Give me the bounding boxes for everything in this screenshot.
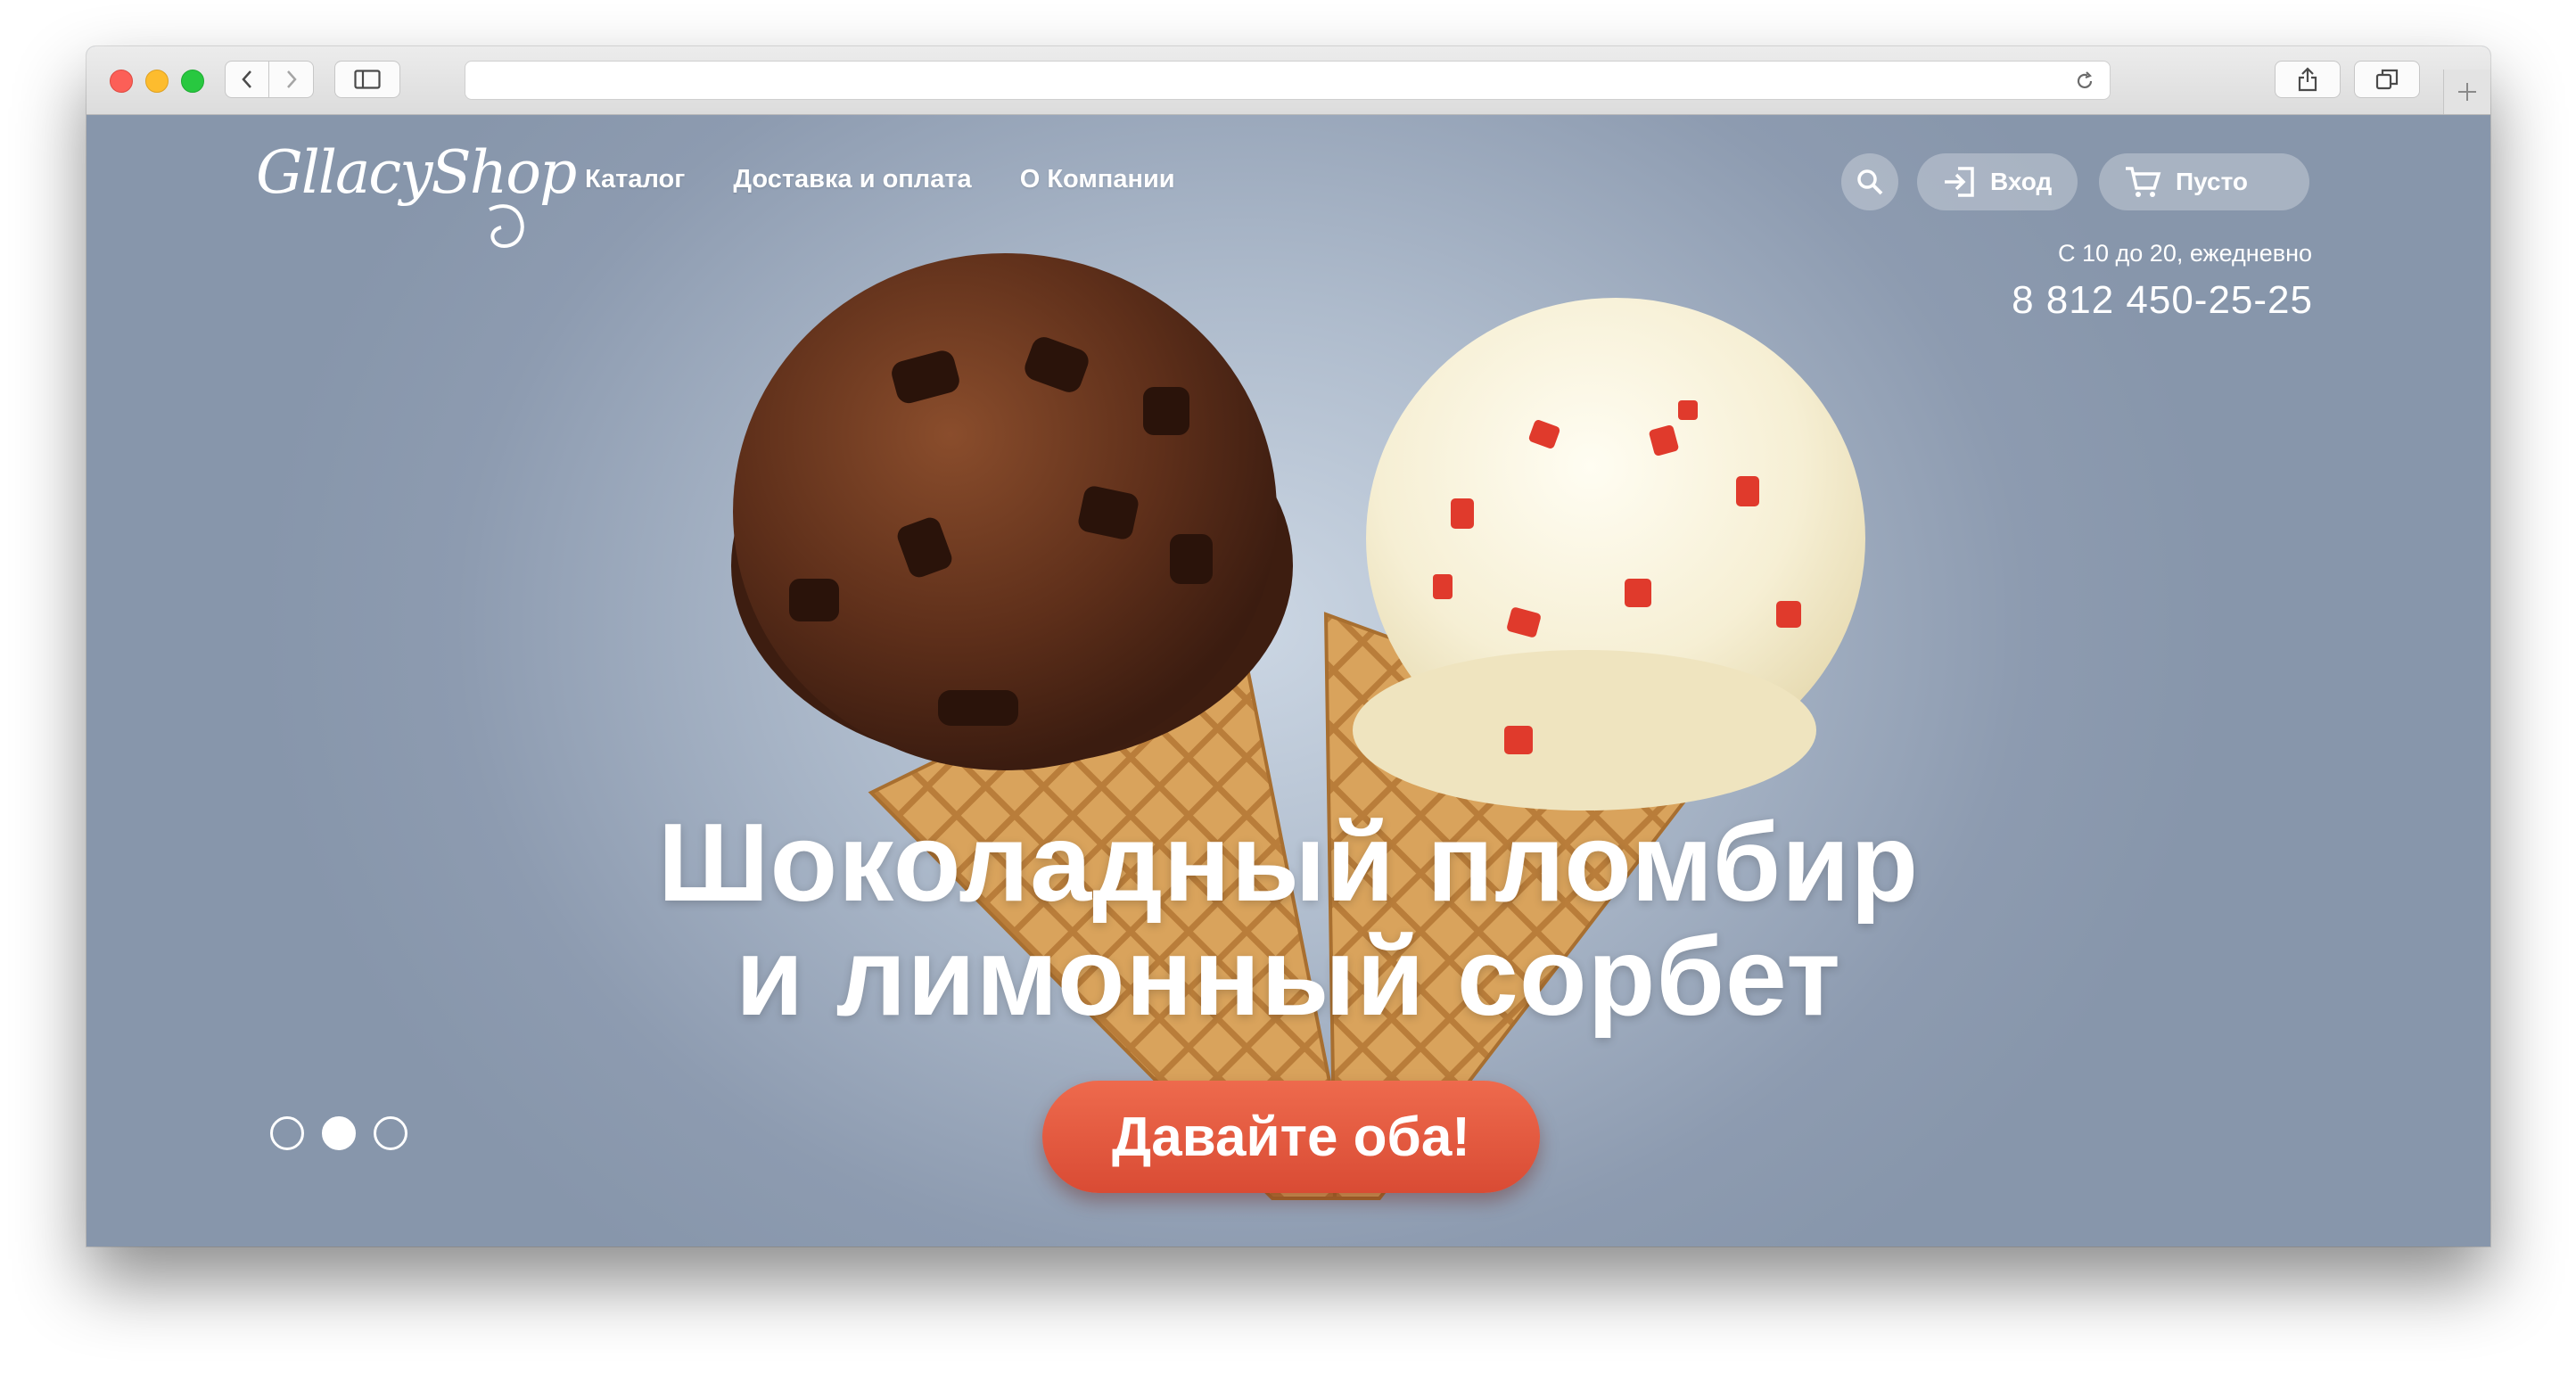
tabs-icon <box>2375 69 2399 90</box>
chevron-left-icon <box>242 70 251 88</box>
hero-headline: Шоколадный пломбир и лимонный сорбет <box>86 806 2490 1034</box>
hero-headline-line-2: и лимонный сорбет <box>736 916 1841 1039</box>
sidebar-icon <box>354 70 381 89</box>
nav-catalog-link[interactable]: Каталог <box>585 165 685 194</box>
nav-company-link[interactable]: О Компании <box>1020 165 1175 194</box>
main-nav: Каталог Доставка и оплата О Компании <box>585 165 1175 194</box>
close-window-button[interactable] <box>110 70 133 93</box>
browser-window: GllacyShop Каталог Доставка и оплата О К… <box>86 46 2490 1246</box>
chevron-right-icon <box>286 70 297 88</box>
search-icon <box>1857 169 1883 195</box>
reload-icon[interactable] <box>2074 70 2095 92</box>
browser-toolbar <box>86 46 2490 115</box>
slider-dot-2[interactable] <box>322 1116 356 1150</box>
site-logo[interactable]: GllacyShop <box>256 131 577 265</box>
forward-button[interactable] <box>269 61 314 98</box>
back-button[interactable] <box>225 61 269 98</box>
new-tab-button[interactable] <box>2443 70 2490 114</box>
nav-delivery-link[interactable]: Доставка и оплата <box>733 165 971 194</box>
minimize-window-button[interactable] <box>145 70 169 93</box>
zoom-window-button[interactable] <box>181 70 204 93</box>
logo-swirl-icon <box>489 204 524 249</box>
cart-icon <box>2126 167 2161 197</box>
tab-overview-button[interactable] <box>2354 61 2420 98</box>
address-bar[interactable] <box>465 61 2111 100</box>
login-label: Вход <box>1990 168 2053 195</box>
search-button[interactable] <box>1841 153 1898 210</box>
plus-icon <box>2458 83 2476 101</box>
share-icon <box>2298 67 2317 92</box>
login-icon <box>1945 167 1974 197</box>
slider-dot-1[interactable] <box>270 1116 304 1150</box>
share-button[interactable] <box>2275 61 2341 98</box>
slider-pagination <box>270 1116 407 1150</box>
phone-number[interactable]: 8 812 450-25-25 <box>2012 278 2313 323</box>
cart-label: Пусто <box>2176 168 2249 195</box>
hero-headline-line-1: Шоколадный пломбир <box>657 802 1920 925</box>
login-button[interactable]: Вход <box>1917 153 2078 210</box>
working-hours: С 10 до 20, ежедневно <box>2058 240 2312 267</box>
sidebar-toggle-button[interactable] <box>334 61 400 98</box>
hero-cta-button[interactable]: Давайте оба! <box>1042 1081 1540 1193</box>
cart-button[interactable]: Пусто <box>2099 153 2309 210</box>
slider-dot-3[interactable] <box>374 1116 407 1150</box>
web-page: GllacyShop Каталог Доставка и оплата О К… <box>86 115 2490 1246</box>
